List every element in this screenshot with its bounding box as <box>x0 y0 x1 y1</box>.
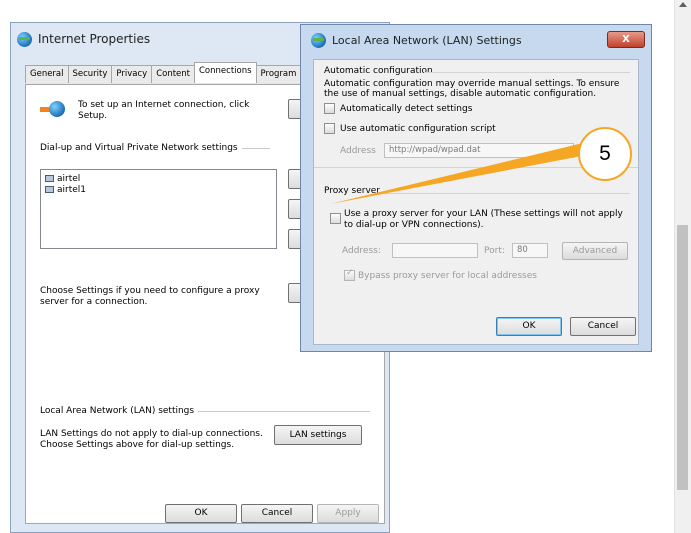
callout-pointer <box>330 143 592 204</box>
callout-number-badge: 5 <box>578 127 632 181</box>
callout-pointer-shape <box>330 143 592 204</box>
